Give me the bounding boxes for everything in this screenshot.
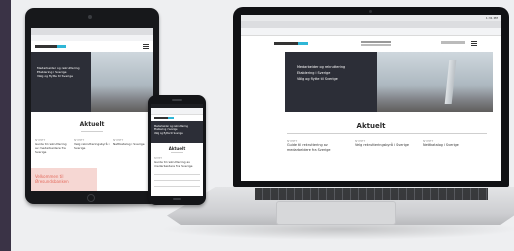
heading-rule: [171, 152, 183, 153]
home-button[interactable]: [87, 194, 95, 202]
hero-banner: Medarbeider og rekruttering Etablering i…: [151, 121, 203, 143]
laptop-screen: 1:31 PM Medarbeider og rekruttering Etab…: [241, 15, 501, 181]
logo-accent: [57, 45, 66, 48]
tower-building: [444, 60, 457, 104]
logo-accent: [298, 42, 308, 45]
card-title: Nettkatalog i Sverige: [113, 142, 145, 146]
header-links[interactable]: [361, 41, 391, 43]
browser-tabstrip: [31, 28, 153, 35]
hero-banner: Medarbeider og rekruttering Etablering i…: [285, 52, 493, 112]
menubar-clock: 1:31 PM: [485, 16, 498, 20]
hero-nav: Medarbeider og rekruttering Etablering i…: [37, 66, 80, 78]
news-cards: NYHET Guide til rekruttering av medarbei…: [287, 139, 487, 179]
site-logo[interactable]: [274, 42, 298, 45]
promo-block: Velkommen til Øresundsbanken: [31, 168, 97, 191]
card-divider: [154, 186, 200, 187]
browser-tabstrip: [241, 21, 501, 28]
news-heading: Aktuelt: [79, 121, 105, 128]
news-card[interactable]: NYHET Velg rekrutteringsbyrå i Sverige: [355, 139, 415, 148]
laptop-lid: 1:31 PM Medarbeider og rekruttering Etab…: [233, 7, 509, 187]
news-card[interactable]: NYHET Nettkatalog i Sverige: [423, 139, 483, 148]
heading-rule: [287, 133, 487, 134]
hero-banner: Medarbeider og rekruttering Etablering i…: [31, 52, 153, 112]
speaker-icon: [172, 99, 182, 101]
address-bar[interactable]: [151, 108, 203, 115]
news-card[interactable]: NYHET Guide til rekruttering av medarbei…: [154, 157, 200, 169]
card-title: Guide til rekruttering av medarbeidere f…: [154, 160, 193, 168]
logo-accent: [168, 117, 174, 119]
tablet-device: Medarbeider og rekruttering Etablering i…: [25, 8, 159, 204]
hero-photo: [91, 52, 153, 112]
phone-device: Medarbeider og rekruttering Etablering i…: [148, 95, 206, 205]
card-title: Guide til rekruttering av medarbeidere f…: [35, 142, 67, 154]
news-heading: Aktuelt: [168, 146, 186, 151]
tablet-screen: Medarbeider og rekruttering Etablering i…: [31, 28, 153, 191]
news-card[interactable]: NYHET Guide til rekruttering av medarbei…: [287, 139, 347, 152]
site-logo[interactable]: [154, 117, 168, 119]
news-card[interactable]: NYHET Guide til rekruttering av medarbei…: [35, 138, 71, 154]
hero-nav: Medarbeider og rekruttering Etablering i…: [297, 64, 345, 82]
phone-screen: Medarbeider og rekruttering Etablering i…: [151, 104, 203, 196]
card-divider: [154, 174, 200, 175]
camera-icon: [88, 15, 92, 19]
menu-icon[interactable]: [471, 41, 477, 42]
heading-rule: [81, 131, 103, 132]
card-title: Velg rekrutteringsbyrå i Sverige: [355, 143, 409, 147]
home-indicator[interactable]: [173, 198, 181, 200]
card-title: Guide til rekruttering av medarbeidere f…: [287, 143, 331, 152]
card-title: Nettkatalog i Sverige: [423, 143, 459, 147]
news-cards: NYHET Guide til rekruttering av medarbei…: [35, 138, 149, 168]
hero-nav-item[interactable]: Välg og flytte til Sverige: [154, 132, 188, 135]
site-logo[interactable]: [35, 45, 57, 48]
card-divider: [154, 180, 200, 181]
news-card[interactable]: NYHET Velg rekrutteringsbyrå i Sverige: [74, 138, 110, 150]
left-edge-stripe: [0, 0, 11, 251]
site-header: [241, 36, 501, 52]
language-switch[interactable]: [441, 41, 465, 44]
news-card[interactable]: NYHET Nettkatalog i Sverige: [113, 138, 149, 146]
menu-icon[interactable]: [143, 44, 149, 45]
news-heading: Aktuelt: [356, 122, 386, 130]
laptop-trackpad[interactable]: [276, 201, 396, 225]
promo-title: Velkommen til Øresundsbanken: [35, 174, 69, 184]
hero-nav: Medarbeider og rekruttering Etablering i…: [154, 125, 188, 135]
hero-nav-item[interactable]: Välg og flytte til Sverige: [37, 74, 80, 78]
hero-nav-item[interactable]: Välg og flytte til Sverige: [297, 76, 345, 82]
webcam-icon: [369, 10, 372, 13]
card-title: Velg rekrutteringsbyrå i Sverige: [74, 142, 110, 150]
hero-photo: [377, 52, 493, 112]
laptop-keyboard[interactable]: [255, 188, 488, 200]
address-bar[interactable]: [241, 28, 501, 36]
